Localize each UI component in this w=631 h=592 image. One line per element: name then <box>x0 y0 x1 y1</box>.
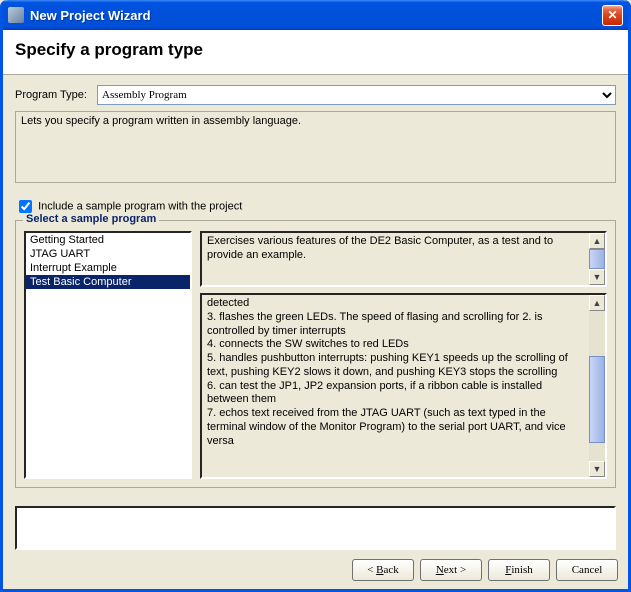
message-area <box>15 506 616 550</box>
list-item[interactable]: Getting Started <box>26 233 190 247</box>
scroll-track[interactable] <box>589 311 605 461</box>
back-button[interactable]: < Back <box>352 559 414 581</box>
scroll-thumb[interactable] <box>589 249 605 269</box>
list-item[interactable]: Test Basic Computer <box>26 275 190 289</box>
sample-details-pane: detected 3. flashes the green LEDs. The … <box>200 293 607 479</box>
sample-details-column: Exercises various features of the DE2 Ba… <box>200 231 607 479</box>
include-sample-label[interactable]: Include a sample program with the projec… <box>38 201 242 213</box>
titlebar[interactable]: New Project Wizard ✕ <box>3 0 628 30</box>
sample-summary-text: Exercises various features of the DE2 Ba… <box>202 233 589 285</box>
page-heading: Specify a program type <box>15 40 616 60</box>
scroll-up-icon[interactable]: ▲ <box>589 295 605 311</box>
list-item[interactable]: Interrupt Example <box>26 261 190 275</box>
finish-button[interactable]: Finish <box>488 559 550 581</box>
details-line: 6. can test the JP1, JP2 expansion ports… <box>207 380 584 408</box>
sample-group-legend: Select a sample program <box>23 213 159 225</box>
details-scrollbar[interactable]: ▲ ▼ <box>589 295 605 477</box>
sample-groupbox: Select a sample program Getting Started … <box>15 220 616 488</box>
wizard-footer: < Back Next > Finish Cancel <box>3 553 628 589</box>
sample-listbox[interactable]: Getting Started JTAG UART Interrupt Exam… <box>24 231 192 479</box>
details-line: 4. connects the SW switches to red LEDs <box>207 338 584 352</box>
wizard-body: Program Type: Assembly Program Lets you … <box>3 75 628 553</box>
scroll-up-icon[interactable]: ▲ <box>589 233 605 249</box>
program-type-select[interactable]: Assembly Program <box>97 85 616 105</box>
sample-summary-pane: Exercises various features of the DE2 Ba… <box>200 231 607 287</box>
wizard-header: Specify a program type <box>3 30 628 75</box>
program-type-description-text: Lets you specify a program written in as… <box>21 115 301 127</box>
summary-scrollbar[interactable]: ▲ ▼ <box>589 233 605 285</box>
content-area: Specify a program type Program Type: Ass… <box>3 30 628 589</box>
close-icon[interactable]: ✕ <box>602 5 623 26</box>
program-type-description: Lets you specify a program written in as… <box>15 111 616 183</box>
sample-details-text: detected 3. flashes the green LEDs. The … <box>202 295 589 477</box>
program-type-row: Program Type: Assembly Program <box>15 85 616 105</box>
details-line: 3. flashes the green LEDs. The speed of … <box>207 311 584 339</box>
scroll-thumb[interactable] <box>589 356 605 443</box>
scroll-track[interactable] <box>589 249 605 269</box>
app-icon <box>8 7 24 23</box>
sample-area: Getting Started JTAG UART Interrupt Exam… <box>24 231 607 479</box>
next-button[interactable]: Next > <box>420 559 482 581</box>
window-title: New Project Wizard <box>30 8 602 23</box>
details-line: 5. handles pushbutton interrupts: pushin… <box>207 352 584 380</box>
cancel-button[interactable]: Cancel <box>556 559 618 581</box>
include-sample-checkbox[interactable] <box>19 200 32 213</box>
scroll-down-icon[interactable]: ▼ <box>589 461 605 477</box>
scroll-down-icon[interactable]: ▼ <box>589 269 605 285</box>
details-line: 7. echos text received from the JTAG UAR… <box>207 407 584 448</box>
details-line: detected <box>207 297 584 311</box>
program-type-label: Program Type: <box>15 89 97 101</box>
list-item[interactable]: JTAG UART <box>26 247 190 261</box>
